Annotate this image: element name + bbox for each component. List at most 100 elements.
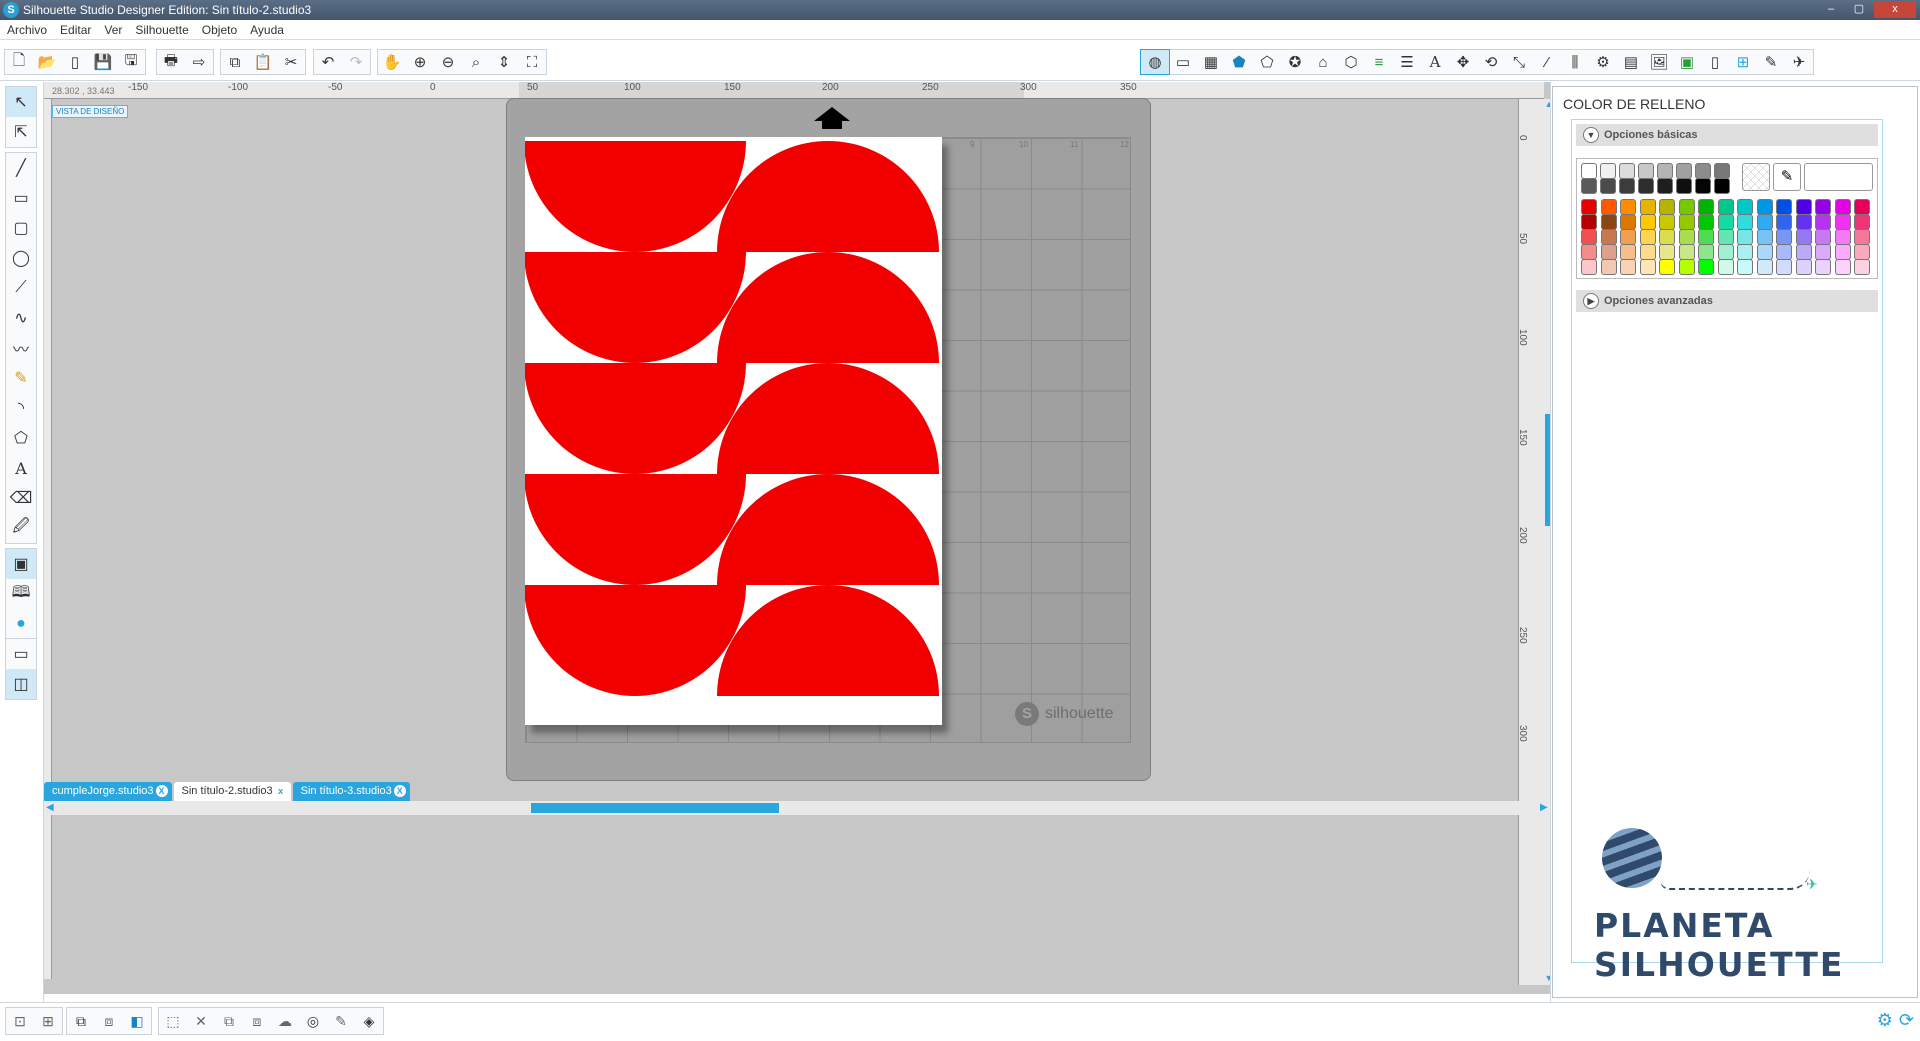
document-tab[interactable]: cumpleJorge.studio3 X — [44, 782, 172, 801]
color-swatch[interactable] — [1795, 229, 1812, 245]
eraser-tool-icon[interactable]: ⌫ — [6, 483, 36, 513]
trace-brush-icon[interactable]: ✎ — [327, 1008, 355, 1034]
knife-tool-icon[interactable]: 🖉 — [6, 513, 36, 543]
grid-icon[interactable]: ⊞ — [1729, 50, 1757, 74]
gray-swatch[interactable] — [1676, 178, 1692, 194]
regular-polygon-tool-icon[interactable]: ⬠ — [6, 423, 36, 453]
color-swatch[interactable] — [1698, 199, 1714, 215]
color-swatch[interactable] — [1854, 259, 1870, 275]
close-tab-icon[interactable]: X — [393, 785, 406, 797]
color-swatch[interactable] — [1717, 259, 1734, 275]
color-swatch[interactable] — [1795, 259, 1812, 275]
save-as-icon[interactable]: 🖫 — [117, 50, 145, 74]
gray-swatch[interactable] — [1657, 163, 1673, 179]
print-icon[interactable]: 🖶 — [157, 50, 185, 74]
gray-swatch[interactable] — [1695, 178, 1711, 194]
save-icon[interactable]: 💾 — [89, 50, 117, 74]
color-swatch[interactable] — [1795, 199, 1812, 215]
silhouette-store-icon[interactable]: ● — [6, 609, 36, 639]
horizontal-scrollbar[interactable]: ◀ ▶ — [44, 801, 1554, 815]
split-icon[interactable]: ⫼ — [1561, 50, 1589, 74]
color-swatch[interactable] — [1698, 229, 1714, 245]
weld-icon[interactable]: ⬚ — [159, 1008, 187, 1034]
menu-archivo[interactable]: Archivo — [7, 23, 47, 37]
pan-icon[interactable]: ✋ — [378, 50, 406, 74]
gray-swatch[interactable] — [1695, 163, 1711, 179]
line-tool-icon[interactable]: ╱ — [6, 153, 36, 183]
color-swatch[interactable] — [1678, 229, 1695, 245]
library-view-icon[interactable]: 🕮 — [6, 579, 36, 609]
color-swatch[interactable] — [1581, 199, 1597, 215]
color-swatch[interactable] — [1678, 214, 1695, 230]
color-swatch[interactable] — [1639, 259, 1656, 275]
group-icon[interactable]: ⊡ — [6, 1008, 34, 1034]
color-swatch[interactable] — [1815, 214, 1831, 230]
horizontal-scroll-thumb[interactable] — [531, 803, 779, 813]
rounded-rectangle-tool-icon[interactable]: ▢ — [6, 213, 36, 243]
color-picker-icon[interactable]: ✎ — [1773, 163, 1801, 191]
scroll-right-icon[interactable]: ▶ — [1540, 802, 1548, 813]
color-swatch[interactable] — [1776, 244, 1792, 260]
color-swatch[interactable] — [1854, 229, 1870, 245]
color-swatch[interactable] — [1620, 214, 1636, 230]
gray-swatch[interactable] — [1676, 163, 1692, 179]
undo-icon[interactable]: ↶ — [314, 50, 342, 74]
color-swatch[interactable] — [1737, 199, 1753, 215]
page-setup-icon[interactable]: ▤ — [1617, 50, 1645, 74]
color-swatch[interactable] — [1834, 259, 1851, 275]
color-swatch[interactable] — [1659, 244, 1675, 260]
library-panel-icon[interactable]: ▣ — [1673, 50, 1701, 74]
color-swatch[interactable] — [1737, 229, 1753, 245]
color-swatch[interactable] — [1639, 244, 1656, 260]
color-swatch[interactable] — [1854, 244, 1870, 260]
zoom-in-icon[interactable]: ⊕ — [406, 50, 434, 74]
color-swatch[interactable] — [1600, 214, 1617, 230]
document-tab-active[interactable]: Sin título-2.studio3 x — [173, 782, 291, 801]
half-circle-shape[interactable] — [717, 252, 939, 363]
document-tab[interactable]: Sin título-3.studio3 X — [292, 782, 410, 801]
color-swatch[interactable] — [1620, 244, 1636, 260]
open-icon[interactable]: 📂 — [33, 50, 61, 74]
bring-forward-icon[interactable]: ◧ — [123, 1008, 151, 1034]
color-swatch[interactable] — [1639, 229, 1656, 245]
curve-tool-icon[interactable]: ∿ — [6, 303, 36, 333]
select-arrow-icon[interactable]: ↖ — [6, 87, 36, 117]
offset-ring-icon[interactable]: ◎ — [299, 1008, 327, 1034]
color-swatch[interactable] — [1815, 229, 1831, 245]
half-circle-shape[interactable] — [717, 585, 939, 696]
color-swatch[interactable] — [1776, 259, 1792, 275]
library-icon[interactable]: ▯ — [61, 50, 89, 74]
color-swatch[interactable] — [1659, 199, 1675, 215]
line-color-icon[interactable]: ▭ — [1169, 50, 1197, 74]
point-edit-icon[interactable]: ✥ — [1449, 50, 1477, 74]
color-swatch[interactable] — [1581, 244, 1597, 260]
color-swatch[interactable] — [1834, 229, 1851, 245]
design-view-icon[interactable]: ▣ — [6, 549, 36, 579]
point-select-icon[interactable]: ⇱ — [6, 117, 36, 147]
design-page[interactable] — [525, 137, 942, 725]
color-swatch[interactable] — [1815, 259, 1831, 275]
gray-swatch[interactable] — [1638, 178, 1654, 194]
3d-shape-icon[interactable]: ◈ — [355, 1008, 383, 1034]
ellipse-tool-icon[interactable]: ◯ — [6, 243, 36, 273]
fill-pattern-icon[interactable]: ▦ — [1197, 50, 1225, 74]
color-swatch[interactable] — [1659, 229, 1675, 245]
gray-swatch[interactable] — [1619, 163, 1635, 179]
cut-settings-icon[interactable]: ✎ — [1757, 50, 1785, 74]
sync-icon[interactable]: ⟳ — [1899, 1010, 1914, 1031]
color-swatch[interactable] — [1756, 244, 1773, 260]
maximize-button[interactable]: ▢ — [1846, 1, 1872, 18]
fit-window-icon[interactable]: ⛶ — [518, 50, 546, 74]
new-file-icon[interactable]: 🗋 — [5, 50, 33, 74]
color-swatch[interactable] — [1581, 229, 1597, 245]
zoom-select-icon[interactable]: ⌕ — [462, 50, 490, 74]
text-icon[interactable]: A — [1421, 50, 1449, 74]
half-circle-shape[interactable] — [525, 474, 746, 585]
minimize-button[interactable]: – — [1818, 1, 1844, 18]
color-swatch[interactable] — [1581, 214, 1597, 230]
color-swatch[interactable] — [1737, 214, 1753, 230]
color-swatch[interactable] — [1600, 229, 1617, 245]
make-compound-icon[interactable]: ⧉ — [67, 1008, 95, 1034]
color-swatch[interactable] — [1815, 199, 1831, 215]
color-swatch[interactable] — [1854, 214, 1870, 230]
